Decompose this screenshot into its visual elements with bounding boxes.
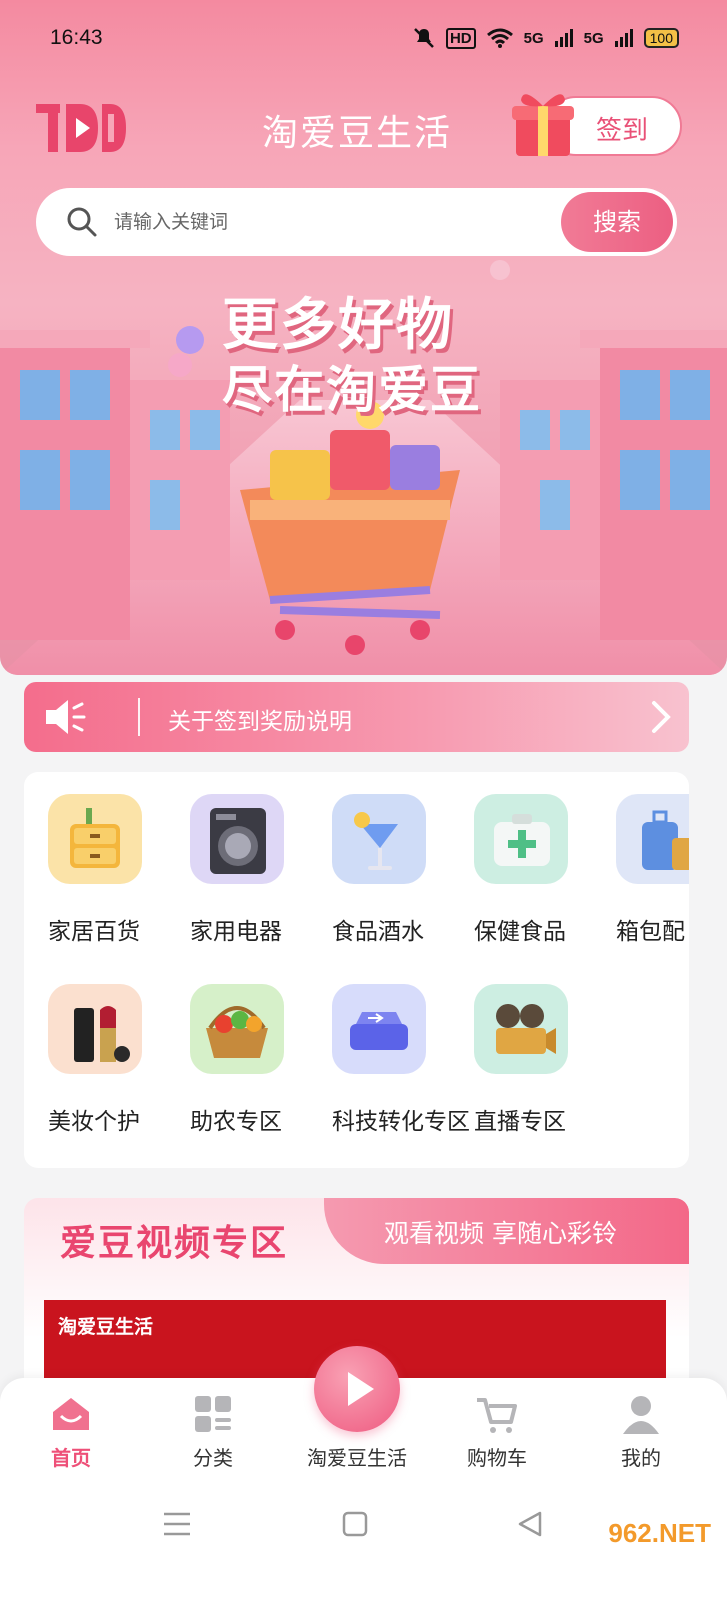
hd-indicator: HD bbox=[445, 27, 476, 49]
status-bar: 16:43 HD 5G 5G 100 bbox=[0, 22, 727, 58]
nav-cart[interactable]: 购物车 bbox=[442, 1392, 552, 1471]
category-live-stream[interactable]: 直播专区 bbox=[450, 962, 592, 1135]
banner-subheadline: 尽在淘爱豆 bbox=[222, 361, 482, 419]
banner-headline: 更多好物 bbox=[222, 293, 454, 358]
chevron-right-icon bbox=[652, 701, 671, 733]
category-food-drinks[interactable]: 食品酒水 bbox=[308, 772, 450, 945]
category-tech-transfer[interactable]: 科技转化专区 bbox=[308, 962, 470, 1135]
nav-category[interactable]: 分类 bbox=[158, 1392, 268, 1471]
notice-text: 关于签到奖励说明 bbox=[168, 709, 352, 735]
category-label: 家用电器 bbox=[190, 919, 282, 945]
washing-machine-icon bbox=[190, 794, 284, 884]
lipstick-icon bbox=[48, 984, 142, 1074]
back-icon[interactable] bbox=[518, 1511, 542, 1537]
nav-label: 首页 bbox=[51, 1446, 91, 1470]
hero-section: 16:43 HD 5G 5G 100 淘爱豆生活 签到 请输入关键词 搜索 更多… bbox=[0, 0, 727, 675]
center-play-button[interactable] bbox=[314, 1346, 400, 1432]
gift-icon[interactable] bbox=[510, 84, 576, 160]
status-time: 16:43 bbox=[50, 26, 103, 49]
signal-icon-1 bbox=[554, 29, 573, 47]
first-aid-icon bbox=[474, 794, 568, 884]
category-luggage[interactable]: 箱包配 bbox=[592, 772, 689, 945]
search-icon bbox=[67, 207, 97, 237]
video-zone-subtitle: 观看视频 享随心彩铃 bbox=[384, 1219, 617, 1248]
signin-reward-notice[interactable]: 关于签到奖励说明 bbox=[24, 682, 689, 752]
status-icons: HD 5G 5G 100 bbox=[412, 26, 679, 50]
nav-profile[interactable]: 我的 bbox=[586, 1392, 696, 1471]
drink-icon bbox=[332, 794, 426, 884]
notice-divider bbox=[138, 698, 140, 736]
video-card-brand: 淘爱豆生活 bbox=[58, 1316, 154, 1338]
nav-home[interactable]: 首页 bbox=[16, 1392, 126, 1471]
battery-indicator: 100 bbox=[643, 28, 679, 48]
vegetable-basket-icon bbox=[190, 984, 284, 1074]
category-label: 助农专区 bbox=[190, 1109, 282, 1135]
category-label: 科技转化专区 bbox=[332, 1109, 470, 1135]
category-label: 美妆个护 bbox=[48, 1109, 140, 1135]
category-grid: 家居百货 家用电器 食品酒水 保健食品 箱包配 美妆个护 助农专区 科技转化专区… bbox=[24, 772, 689, 1168]
luggage-icon bbox=[616, 794, 689, 884]
app-logo bbox=[36, 104, 126, 152]
camera-icon bbox=[474, 984, 568, 1074]
home-icon bbox=[53, 1398, 89, 1430]
home-square-icon[interactable] bbox=[342, 1511, 368, 1537]
category-label: 直播专区 bbox=[474, 1109, 566, 1135]
category-label: 保健食品 bbox=[474, 919, 566, 945]
menu-icon[interactable] bbox=[164, 1512, 190, 1536]
category-appliances[interactable]: 家用电器 bbox=[166, 772, 308, 945]
app-title: 淘爱豆生活 bbox=[262, 113, 453, 154]
grid-icon bbox=[195, 1396, 231, 1432]
nav-label: 购物车 bbox=[467, 1446, 527, 1470]
category-health-food[interactable]: 保健食品 bbox=[450, 772, 592, 945]
search-button[interactable]: 搜索 bbox=[561, 192, 673, 252]
speaker-icon bbox=[46, 700, 86, 734]
network-5g-2: 5G bbox=[583, 29, 604, 47]
user-icon bbox=[623, 1396, 659, 1434]
play-icon bbox=[348, 1372, 374, 1406]
category-label: 家居百货 bbox=[48, 919, 140, 945]
watermark: 962.NET bbox=[608, 1518, 711, 1548]
mute-icon bbox=[414, 28, 434, 48]
cabinet-icon bbox=[48, 794, 142, 884]
video-zone-title: 爱豆视频专区 bbox=[60, 1223, 289, 1264]
network-5g-1: 5G bbox=[523, 29, 544, 47]
cart-icon bbox=[477, 1398, 517, 1433]
tech-device-icon bbox=[332, 984, 426, 1074]
search-bar: 搜索 bbox=[36, 188, 677, 256]
category-label: 箱包配 bbox=[616, 919, 685, 945]
category-agriculture[interactable]: 助农专区 bbox=[166, 962, 308, 1135]
signin-label: 签到 bbox=[596, 116, 649, 146]
search-input[interactable] bbox=[114, 200, 544, 244]
nav-center-label: 淘爱豆生活 bbox=[307, 1446, 407, 1470]
nav-label: 我的 bbox=[621, 1446, 661, 1470]
wifi-icon bbox=[486, 28, 513, 48]
category-beauty[interactable]: 美妆个护 bbox=[24, 962, 166, 1135]
category-home-goods[interactable]: 家居百货 bbox=[24, 772, 166, 945]
nav-label: 分类 bbox=[193, 1446, 233, 1470]
signal-icon-2 bbox=[614, 29, 633, 47]
category-label: 食品酒水 bbox=[332, 919, 424, 945]
